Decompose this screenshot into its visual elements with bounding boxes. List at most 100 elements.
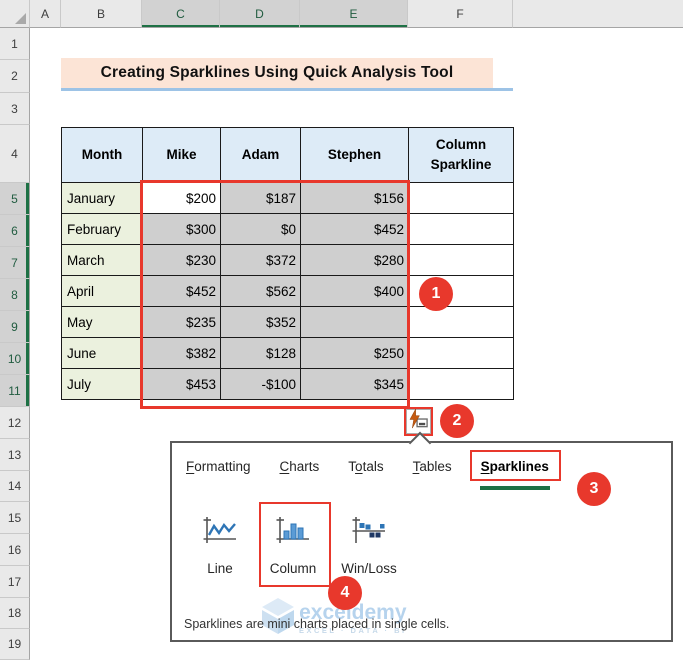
row-header-5[interactable]: 5 — [0, 183, 30, 215]
tab-sparklines[interactable]: Sparklines — [469, 450, 561, 490]
table-header-month: Month — [61, 127, 143, 183]
step-1-badge: 1 — [419, 277, 453, 311]
column-header-D[interactable]: D — [220, 0, 300, 28]
month-cell[interactable]: July — [61, 368, 143, 400]
step-4-badge: 4 — [328, 576, 362, 610]
value-cell[interactable]: $187 — [220, 182, 301, 214]
sparkline-cell[interactable] — [408, 244, 514, 276]
winloss-sparkline-icon — [351, 515, 387, 552]
tab-charts[interactable]: Charts — [280, 459, 320, 474]
title-underline — [61, 88, 513, 91]
month-cell[interactable]: April — [61, 275, 143, 307]
value-cell[interactable]: $352 — [220, 306, 301, 338]
value-cell[interactable]: $0 — [220, 213, 301, 245]
column-option-annotation-box — [259, 502, 331, 587]
value-cell[interactable]: $382 — [142, 337, 221, 369]
value-cell[interactable]: -$100 — [220, 368, 301, 400]
table-row: January $200 $187 $156 — [61, 182, 514, 214]
row-header-8[interactable]: 8 — [0, 279, 30, 311]
sparkline-cell[interactable] — [408, 213, 514, 245]
sparkline-cell[interactable] — [408, 182, 514, 214]
row-header-12[interactable]: 12 — [0, 407, 30, 439]
value-cell[interactable]: $128 — [220, 337, 301, 369]
month-cell[interactable]: March — [61, 244, 143, 276]
column-header-A[interactable]: A — [30, 0, 61, 28]
row-header-10[interactable]: 10 — [0, 343, 30, 375]
quick-analysis-tabs: Formatting Charts Totals Tables Sparklines — [186, 450, 561, 490]
row-header-1[interactable]: 1 — [0, 28, 30, 60]
sparkline-options: Line Column Win/Loss — [172, 515, 671, 615]
row-header-16[interactable]: 16 — [0, 534, 30, 566]
row-header-9[interactable]: 9 — [0, 311, 30, 343]
table-row: March $230 $372 $280 — [61, 244, 514, 276]
table-header-mike: Mike — [142, 127, 221, 183]
tab-tables[interactable]: Tables — [413, 459, 452, 474]
value-cell[interactable]: $300 — [142, 213, 221, 245]
excel-window: ABCDEF 1 2 3 4 5 6 7 8 9 10 11 12 13 14 15 16 17 18 19 Cre… — [0, 0, 683, 660]
sparkline-option-label: Line — [207, 561, 233, 576]
value-cell[interactable]: $452 — [142, 275, 221, 307]
value-cell[interactable]: $372 — [220, 244, 301, 276]
row-header-13[interactable]: 13 — [0, 439, 30, 471]
row-header-6[interactable]: 6 — [0, 215, 30, 247]
month-cell[interactable]: May — [61, 306, 143, 338]
sparkline-cell[interactable] — [408, 337, 514, 369]
row-header-18[interactable]: 18 — [0, 598, 30, 629]
tab-totals[interactable]: Totals — [348, 459, 383, 474]
table-header-stephen: Stephen — [300, 127, 409, 183]
table-row: July $453 -$100 $345 — [61, 368, 514, 400]
month-cell[interactable]: February — [61, 213, 143, 245]
sparkline-option-label: Win/Loss — [341, 561, 397, 576]
row-header-19[interactable]: 19 — [0, 629, 30, 660]
column-header-F[interactable]: F — [408, 0, 513, 28]
row-header-14[interactable]: 14 — [0, 471, 30, 502]
table-row: June $382 $128 $250 — [61, 337, 514, 369]
row-header-4[interactable]: 4 — [0, 125, 30, 183]
table-header-adam: Adam — [220, 127, 301, 183]
line-sparkline-icon — [202, 515, 238, 552]
column-headers: ABCDEF — [0, 0, 683, 28]
row-header-7[interactable]: 7 — [0, 247, 30, 279]
quick-analysis-icon — [408, 408, 429, 435]
value-cell[interactable]: $200 — [142, 182, 221, 214]
value-cell[interactable]: $230 — [142, 244, 221, 276]
row-header-11[interactable]: 11 — [0, 375, 30, 407]
column-header-filler — [513, 0, 683, 28]
value-cell[interactable] — [300, 306, 409, 338]
tab-formatting[interactable]: Formatting — [186, 459, 251, 474]
value-cell[interactable]: $562 — [220, 275, 301, 307]
column-header-B[interactable]: B — [61, 0, 142, 28]
value-cell[interactable]: $250 — [300, 337, 409, 369]
table-row: May $235 $352 — [61, 306, 514, 338]
value-cell[interactable]: $452 — [300, 213, 409, 245]
row-headers: 1 2 3 4 5 6 7 8 9 10 11 12 13 14 15 16 17 18 19 — [0, 28, 30, 660]
value-cell[interactable]: $453 — [142, 368, 221, 400]
row-header-15[interactable]: 15 — [0, 502, 30, 534]
value-cell[interactable]: $400 — [300, 275, 409, 307]
value-cell[interactable]: $345 — [300, 368, 409, 400]
row-header-3[interactable]: 3 — [0, 93, 30, 125]
value-cell[interactable]: $156 — [300, 182, 409, 214]
month-cell[interactable]: June — [61, 337, 143, 369]
table-header-column-sparkline: Column Sparkline — [408, 127, 514, 183]
data-table: Month Mike Adam Stephen Column Sparkline Janu… — [61, 127, 514, 400]
sparklines-tab-annotation-box — [469, 450, 561, 481]
value-cell[interactable]: $235 — [142, 306, 221, 338]
month-cell[interactable]: January — [61, 182, 143, 214]
step-2-badge: 2 — [440, 404, 474, 438]
sparkline-cell[interactable] — [408, 368, 514, 400]
sparkline-option-winloss[interactable]: Win/Loss — [330, 515, 408, 576]
column-header-C[interactable]: C — [142, 0, 220, 28]
row-header-2[interactable]: 2 — [0, 60, 30, 93]
active-tab-underline — [479, 486, 550, 490]
column-header-E[interactable]: E — [300, 0, 408, 28]
page-title: Creating Sparklines Using Quick Analysis… — [61, 58, 493, 88]
quick-analysis-popup: Formatting Charts Totals Tables Sparklines L… — [170, 441, 673, 642]
select-all-corner[interactable] — [0, 0, 30, 28]
row-header-17[interactable]: 17 — [0, 566, 30, 598]
select-all-triangle-icon — [15, 13, 26, 24]
value-cell[interactable]: $280 — [300, 244, 409, 276]
step-3-badge: 3 — [577, 472, 611, 506]
sparkline-cell[interactable] — [408, 306, 514, 338]
sparkline-option-line[interactable]: Line — [192, 515, 248, 576]
